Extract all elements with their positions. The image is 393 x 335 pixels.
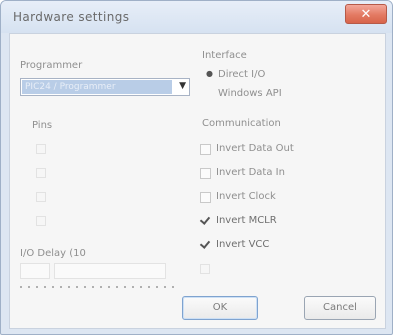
hardware-settings-dialog: Hardware settings ✕ Programmer PIC24 / P…: [0, 0, 393, 335]
slider-tick: [76, 286, 78, 288]
io-delay-label: I/O Delay (10: [20, 248, 86, 259]
io-delay-slider-ticks: [20, 286, 175, 294]
slider-tick: [140, 286, 142, 288]
window-title: Hardware settings: [13, 10, 130, 24]
programmer-selected-value: PIC24 / Programmer: [22, 80, 172, 94]
slider-tick: [44, 286, 46, 288]
pin-checkbox[interactable]: [36, 168, 46, 178]
interface-label: Interface: [202, 50, 247, 61]
slider-tick: [60, 286, 62, 288]
slider-tick: [20, 286, 22, 288]
chevron-down-icon: ▼: [179, 81, 186, 91]
extra-checkbox[interactable]: [200, 264, 210, 274]
slider-tick: [156, 286, 158, 288]
slider-tick: [92, 286, 94, 288]
radio-selected-icon: ●: [206, 69, 213, 78]
invert-data-out-checkbox[interactable]: [200, 144, 211, 155]
ok-button[interactable]: OK: [182, 296, 258, 320]
slider-tick: [52, 286, 54, 288]
invert-vcc-label: Invert VCC: [216, 239, 270, 250]
invert-clock-label: Invert Clock: [216, 191, 276, 202]
invert-mclr-label: Invert MCLR: [216, 215, 277, 226]
slider-tick: [100, 286, 102, 288]
slider-tick: [84, 286, 86, 288]
programmer-label: Programmer: [20, 60, 83, 71]
pins-label: Pins: [32, 120, 53, 131]
slider-tick: [164, 286, 166, 288]
close-icon: ✕: [360, 6, 372, 22]
interface-option-windows-api[interactable]: Windows API: [218, 88, 282, 99]
title-bar: Hardware settings ✕: [1, 1, 392, 33]
io-delay-value-box[interactable]: [20, 263, 50, 279]
invert-data-in-checkbox[interactable]: [200, 168, 211, 179]
invert-data-out-label: Invert Data Out: [216, 143, 294, 154]
invert-mclr-checkbox[interactable]: [200, 215, 209, 224]
slider-tick: [108, 286, 110, 288]
invert-vcc-checkbox[interactable]: [200, 239, 209, 248]
pin-checkbox[interactable]: [36, 216, 46, 226]
slider-tick: [116, 286, 118, 288]
cancel-button[interactable]: Cancel: [304, 296, 376, 320]
slider-tick: [36, 286, 38, 288]
slider-tick: [132, 286, 134, 288]
io-delay-slider-track[interactable]: [54, 263, 166, 279]
communication-label: Communication: [202, 118, 281, 129]
invert-data-in-label: Invert Data In: [216, 167, 285, 178]
pin-checkbox[interactable]: [36, 144, 46, 154]
pin-checkbox[interactable]: [36, 192, 46, 202]
interface-option-direct-io[interactable]: Direct I/O: [218, 69, 265, 80]
invert-clock-checkbox[interactable]: [200, 192, 211, 203]
close-button[interactable]: ✕: [345, 4, 387, 24]
slider-tick: [172, 286, 174, 288]
slider-tick: [28, 286, 30, 288]
slider-tick: [124, 286, 126, 288]
slider-tick: [68, 286, 70, 288]
dialog-client-area: Programmer PIC24 / Programmer ▼ Interfac…: [9, 33, 386, 329]
slider-tick: [148, 286, 150, 288]
programmer-select[interactable]: PIC24 / Programmer ▼: [20, 78, 190, 96]
